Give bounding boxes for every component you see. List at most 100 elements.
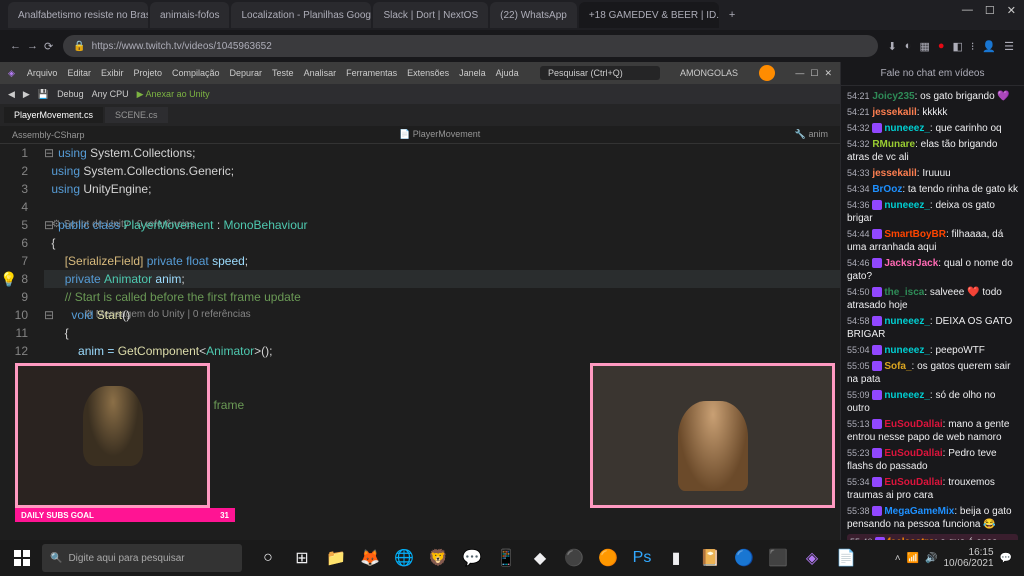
menu-teste[interactable]: Teste <box>272 68 294 78</box>
vs-menu-bar: Arquivo Editar Exibir Projeto Compilação… <box>27 68 519 78</box>
window-controls: — ☐ ✕ <box>962 4 1016 17</box>
task-whatsapp-icon[interactable]: 📱 <box>490 542 522 574</box>
task-explorer-icon[interactable]: 📁 <box>320 542 352 574</box>
task-unity-icon[interactable]: ◆ <box>524 542 556 574</box>
close-icon[interactable]: ✕ <box>1007 4 1016 17</box>
taskbar-search[interactable]: 🔍 Digite aqui para pesquisar <box>42 544 242 572</box>
extension-icon[interactable]: ◐ <box>905 40 912 53</box>
start-button[interactable] <box>4 542 40 574</box>
menu-compilacao[interactable]: Compilação <box>172 68 220 78</box>
task-photoshop-icon[interactable]: Ps <box>626 542 658 574</box>
minimize-icon[interactable]: — <box>962 4 973 17</box>
vs-file-tab[interactable]: PlayerMovement.cs <box>4 107 103 123</box>
task-view-icon[interactable]: ⊞ <box>286 542 318 574</box>
browser-tab[interactable]: (22) WhatsApp <box>490 2 577 28</box>
browser-tab[interactable]: Slack | Dort | NextOS <box>373 2 488 28</box>
menu-exibir[interactable]: Exibir <box>101 68 124 78</box>
menu-janela[interactable]: Janela <box>459 68 486 78</box>
tray-chevron-icon[interactable]: ˄ <box>895 553 901 564</box>
webcam-overlay-1 <box>15 363 210 508</box>
browser-tab[interactable]: animais-fofos <box>150 2 229 28</box>
maximize-icon[interactable]: ☐ <box>985 4 995 17</box>
task-firefox-icon[interactable]: 🦊 <box>354 542 386 574</box>
new-tab-button[interactable]: + <box>721 9 743 21</box>
vs-breadcrumb: Assembly-CSharp 📄 PlayerMovement 🔧 anim <box>0 126 840 144</box>
vs-close-icon[interactable]: ✕ <box>824 68 832 79</box>
play-button[interactable]: ▶ Anexar ao Unity <box>137 89 210 100</box>
vs-file-tabs: PlayerMovement.cs SCENE.cs <box>0 104 840 126</box>
extension-icon[interactable]: ▦ <box>919 40 929 53</box>
task-app-icon[interactable]: 📔 <box>694 542 726 574</box>
task-cortana-icon[interactable]: ○ <box>252 542 284 574</box>
menu-editar[interactable]: Editar <box>67 68 91 78</box>
tray-network-icon[interactable]: 📶 <box>907 553 919 564</box>
twitch-chat-panel: Fale no chat em vídeos 54:21 Joicy235: o… <box>840 62 1024 540</box>
url-text: https://www.twitch.tv/videos/1045963652 <box>92 41 272 52</box>
menu-icon[interactable]: ☰ <box>1004 40 1014 53</box>
file-crumb[interactable]: PlayerMovement <box>413 129 481 139</box>
vs-minimize-icon[interactable]: — <box>795 68 804 79</box>
stream-video-panel: ◈ Arquivo Editar Exibir Projeto Compilaç… <box>0 62 840 540</box>
forward-icon[interactable]: → <box>27 40 38 53</box>
task-discord-icon[interactable]: 💬 <box>456 542 488 574</box>
task-vs-icon[interactable]: ◈ <box>796 542 828 574</box>
member-crumb[interactable]: anim <box>808 129 828 139</box>
task-brave-icon[interactable]: 🦁 <box>422 542 454 574</box>
lightbulb-icon[interactable]: 💡 <box>0 270 17 288</box>
tray-date[interactable]: 10/06/2021 <box>943 558 993 569</box>
windows-taskbar: 🔍 Digite aqui para pesquisar ○ ⊞ 📁 🦊 🌐 🦁… <box>0 540 1024 576</box>
task-app-icon[interactable]: 🔵 <box>728 542 760 574</box>
platform-dropdown[interactable]: Any CPU <box>92 89 129 99</box>
task-app-icon[interactable]: 📄 <box>830 542 862 574</box>
profile-icon[interactable]: 👤 <box>982 40 996 53</box>
task-terminal-icon[interactable]: ▮ <box>660 542 692 574</box>
task-obs-icon[interactable]: ⚫ <box>558 542 590 574</box>
vs-logo-icon: ◈ <box>8 68 15 79</box>
browser-toolbar: ← → ⟳ 🔒 https://www.twitch.tv/videos/104… <box>0 30 1024 62</box>
vs-toolbar: ◀ ▶ 💾 Debug Any CPU ▶ Anexar ao Unity <box>0 84 840 104</box>
menu-depurar[interactable]: Depurar <box>230 68 263 78</box>
vs-titlebar: ◈ Arquivo Editar Exibir Projeto Compilaç… <box>0 62 840 84</box>
vs-maximize-icon[interactable]: ☐ <box>810 68 818 79</box>
menu-ferramentas[interactable]: Ferramentas <box>346 68 397 78</box>
chat-messages[interactable]: 54:21 Joicy235: os gato brigando 💜54:21 … <box>841 86 1024 540</box>
menu-analisar[interactable]: Analisar <box>304 68 337 78</box>
menu-extensoes[interactable]: Extensões <box>407 68 449 78</box>
browser-tab[interactable]: Localization - Planilhas Google <box>231 2 371 28</box>
vs-user-avatar[interactable] <box>759 65 775 81</box>
adblock-icon[interactable]: ● <box>938 40 945 53</box>
task-vscode-icon[interactable]: ⬛ <box>762 542 794 574</box>
extension-icons: ⬇ ◐ ▦ ● ◧ ⁝ 👤 ☰ <box>888 40 1014 53</box>
browser-tab-strip: Analfabetismo resiste no Brasi... animai… <box>0 0 1024 30</box>
lock-icon: 🔒 <box>73 41 85 52</box>
tray-volume-icon[interactable]: 🔊 <box>925 553 937 564</box>
browser-tab[interactable]: Analfabetismo resiste no Brasi... <box>8 2 148 28</box>
assembly-crumb[interactable]: Assembly-CSharp <box>12 130 85 140</box>
search-icon: 🔍 <box>50 553 62 564</box>
url-bar[interactable]: 🔒 https://www.twitch.tv/videos/104596365… <box>63 35 877 57</box>
toolbar-nav-icon[interactable]: ◀ <box>8 89 15 100</box>
browser-tab-active[interactable]: +18 GAMEDEV & BEER | ID... <box>579 2 719 28</box>
toolbar-nav-icon[interactable]: ▶ <box>23 89 30 100</box>
task-blender-icon[interactable]: 🟠 <box>592 542 624 574</box>
toolbar-save-icon[interactable]: 💾 <box>38 89 49 100</box>
vs-search-box[interactable]: Pesquisar (Ctrl+Q) <box>540 66 660 80</box>
chat-header: Fale no chat em vídeos <box>841 62 1024 86</box>
extension-icon[interactable]: ⬇ <box>888 40 897 53</box>
reload-icon[interactable]: ⟳ <box>44 40 53 53</box>
menu-arquivo[interactable]: Arquivo <box>27 68 58 78</box>
menu-projeto[interactable]: Projeto <box>133 68 162 78</box>
system-tray: ˄ 📶 🔊 16:15 10/06/2021 💬 <box>895 547 1020 569</box>
webcam-overlay-2 <box>590 363 835 508</box>
extension-icon[interactable]: ⁝ <box>971 40 975 53</box>
tray-notification-icon[interactable]: 💬 <box>1000 553 1012 564</box>
subs-goal-bar: DAILY SUBS GOAL 31 <box>15 508 235 522</box>
task-chrome-icon[interactable]: 🌐 <box>388 542 420 574</box>
config-dropdown[interactable]: Debug <box>57 89 84 99</box>
extension-icon[interactable]: ◧ <box>953 40 963 53</box>
menu-ajuda[interactable]: Ajuda <box>496 68 519 78</box>
vs-solution-name: AMONGOLAS <box>680 68 738 78</box>
tray-time[interactable]: 16:15 <box>943 547 993 558</box>
back-icon[interactable]: ← <box>10 40 21 53</box>
vs-file-tab[interactable]: SCENE.cs <box>105 107 168 123</box>
